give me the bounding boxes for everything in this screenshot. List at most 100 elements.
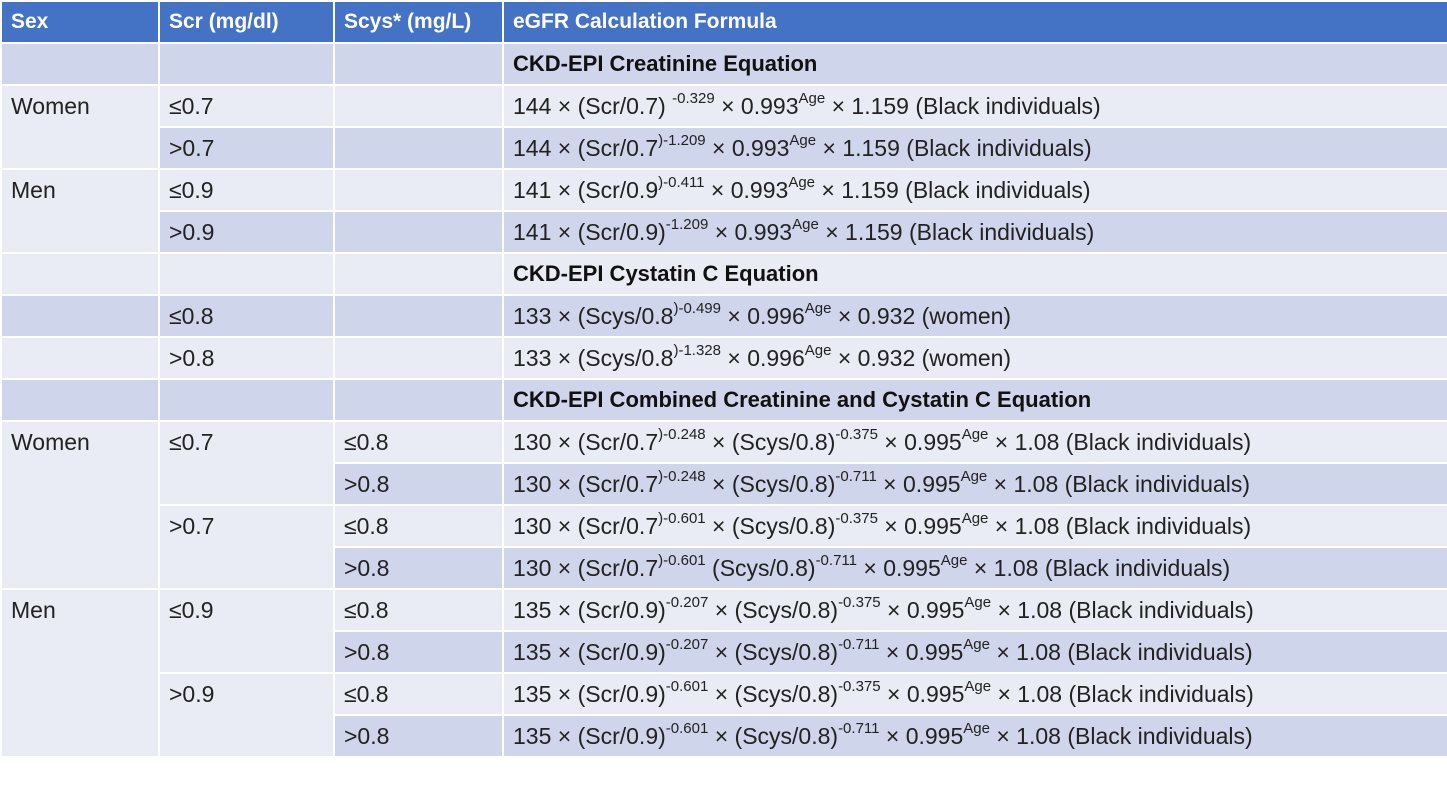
section-title: CKD-EPI Creatinine Equation — [502, 42, 1447, 86]
table-row: >0.9 141 × (Scr/0.9)-1.209 × 0.993Age × … — [1, 210, 1447, 254]
formula-exponent: Age — [960, 467, 988, 485]
table-row: >0.8 133 × (Scys/0.8)-1.328 × 0.996Age ×… — [0, 336, 1447, 380]
formula-text: × 0.995 — [880, 680, 965, 707]
formula-cell: 141 × (Scr/0.9)-1.209 × 0.993Age × 1.159… — [502, 210, 1447, 254]
section-row-creatinine: CKD-EPI Creatinine Equation — [0, 42, 1447, 86]
formula-text: × 0.995 — [879, 722, 964, 749]
scys-cell: ≤0.8 — [333, 420, 504, 464]
formula-cell: 144 × (Scr/0.7)-1.209 × 0.993Age × 1.159… — [502, 126, 1447, 170]
formula-exponent: )-0.248 — [658, 467, 706, 485]
table-row: Men ≤0.9 141 × (Scr/0.9)-0.411 × 0.993Ag… — [0, 168, 1447, 254]
formula-text: × 0.996 — [720, 302, 805, 329]
scr-cell: ≤0.9 — [158, 588, 335, 674]
formula-exponent: Age — [961, 509, 989, 527]
formula-exponent: -0.207 — [665, 635, 709, 653]
formula-exponent: Age — [804, 299, 832, 317]
formula-exponent: )-1.328 — [673, 341, 721, 359]
formula-exponent: -0.375 — [835, 509, 878, 527]
formula-text: × 1.159 (Black individuals) — [815, 176, 1091, 203]
scr-cell: >0.8 — [158, 336, 335, 380]
scys-cell: >0.8 — [333, 630, 504, 674]
formula-text: × 0.993 — [704, 176, 789, 203]
sex-cell — [0, 294, 160, 338]
sex-cell: Women — [0, 84, 160, 170]
formula-text: 135 × (Scr/0.9) — [513, 722, 666, 749]
formula-exponent: -0.711 — [835, 467, 877, 485]
formula-text: 144 × (Scr/0.7 — [513, 134, 659, 161]
scr-cell: ≤0.7 — [158, 420, 335, 506]
scr-cell: >0.7 — [158, 126, 335, 170]
section-row-combined: CKD-EPI Combined Creatinine and Cystatin… — [0, 378, 1447, 422]
formula-text: 141 × (Scr/0.9 — [513, 176, 659, 203]
formula-text: × 0.995 — [877, 512, 962, 539]
formula-cell: 144 × (Scr/0.7) -0.329 × 0.993Age × 1.15… — [502, 84, 1447, 128]
formula-text: × 0.993 — [708, 218, 793, 245]
formula-text: 144 × (Scr/0.7) — [513, 92, 673, 119]
table-row: >0.9 ≤0.8 135 × (Scr/0.9)-0.601 × (Scys/… — [1, 672, 1447, 758]
scys-cell: >0.8 — [333, 462, 504, 506]
formula-exponent: -0.375 — [838, 593, 881, 611]
formula-text: × 0.995 — [880, 596, 965, 623]
header-row: Sex Scr (mg/dl) Scys* (mg/L) eGFR Calcul… — [0, 0, 1447, 44]
scys-cell — [333, 168, 504, 212]
formula-text: 133 × (Scys/0.8 — [513, 344, 674, 371]
formula-text: 135 × (Scr/0.9) — [513, 638, 666, 665]
table-row: >0.7 144 × (Scr/0.7)-1.209 × 0.993Age × … — [1, 126, 1447, 170]
formula-exponent: )-1.209 — [658, 131, 706, 149]
empty-cell — [158, 378, 335, 422]
formula-text: 135 × (Scr/0.9) — [513, 680, 666, 707]
scys-cell: ≤0.8 — [333, 672, 504, 716]
formula-exponent: Age — [940, 551, 968, 569]
formula-text: × 1.159 (Black individuals) — [818, 218, 1095, 245]
formula-text: × 0.995 — [877, 428, 962, 455]
formula-text: × 0.995 — [856, 554, 941, 581]
formula-exponent: -0.601 — [665, 719, 709, 737]
scr-cell: ≤0.7 — [158, 84, 335, 128]
formula-text: × (Scys/0.8) — [705, 470, 836, 497]
formula-exponent: -0.375 — [838, 677, 881, 695]
header-scys: Scys* (mg/L) — [333, 0, 504, 44]
formula-cell: 130 × (Scr/0.7)-0.248 × (Scys/0.8)-0.711… — [502, 462, 1447, 506]
formula-text: × (Scys/0.8) — [705, 512, 836, 539]
empty-cell — [0, 42, 160, 86]
table-row: ≤0.8 133 × (Scys/0.8)-0.499 × 0.996Age ×… — [0, 294, 1447, 338]
formula-text: × 1.08 (Black individuals) — [988, 428, 1252, 455]
scr-cell: >0.9 — [158, 210, 335, 254]
formula-text: × 1.08 (Black individuals) — [987, 470, 1250, 497]
formula-exponent: )-0.248 — [658, 425, 706, 443]
formula-exponent: )-0.499 — [673, 299, 721, 317]
formula-exponent: -0.711 — [815, 551, 857, 569]
empty-cell — [333, 42, 504, 86]
formula-cell: 135 × (Scr/0.9)-0.207 × (Scys/0.8)-0.375… — [502, 588, 1447, 632]
formula-exponent: -0.601 — [665, 677, 709, 695]
formula-text: 130 × (Scr/0.7 — [513, 428, 659, 455]
table-row: Men ≤0.9 ≤0.8 135 × (Scr/0.9)-0.207 × (S… — [0, 588, 1447, 758]
formula-text: 141 × (Scr/0.9) — [513, 218, 666, 245]
formula-exponent: -0.711 — [838, 719, 880, 737]
formula-text: × (Scys/0.8) — [708, 596, 839, 623]
egfr-formula-table: Sex Scr (mg/dl) Scys* (mg/L) eGFR Calcul… — [0, 0, 1447, 758]
formula-text: 130 × (Scr/0.7 — [513, 512, 659, 539]
formula-exponent: -1.209 — [665, 215, 709, 233]
formula-text: 130 × (Scr/0.7 — [513, 470, 659, 497]
formula-text: × 1.08 (Black individuals) — [991, 680, 1254, 707]
empty-cell — [333, 252, 504, 296]
scys-cell — [333, 294, 504, 338]
formula-cell: 133 × (Scys/0.8)-1.328 × 0.996Age × 0.93… — [502, 336, 1447, 380]
sex-cell — [0, 336, 160, 380]
formula-text: (Scys/0.8) — [705, 554, 816, 581]
sex-cell: Men — [0, 588, 160, 758]
formula-exponent: -0.207 — [665, 593, 709, 611]
formula-text: × (Scys/0.8) — [708, 722, 839, 749]
formula-text: 133 × (Scys/0.8 — [513, 302, 674, 329]
formula-text: × 0.932 (women) — [831, 344, 1012, 371]
formula-text: × 0.993 — [714, 92, 799, 119]
formula-text: × 1.08 (Black individuals) — [988, 512, 1252, 539]
formula-cell: 133 × (Scys/0.8)-0.499 × 0.996Age × 0.93… — [502, 294, 1447, 338]
scys-cell — [333, 84, 504, 128]
formula-exponent: Age — [788, 173, 816, 191]
formula-exponent: Age — [798, 89, 826, 107]
formula-text: × 1.08 (Black individuals) — [991, 596, 1254, 623]
scr-cell: ≤0.8 — [158, 294, 335, 338]
scys-cell — [333, 126, 504, 170]
